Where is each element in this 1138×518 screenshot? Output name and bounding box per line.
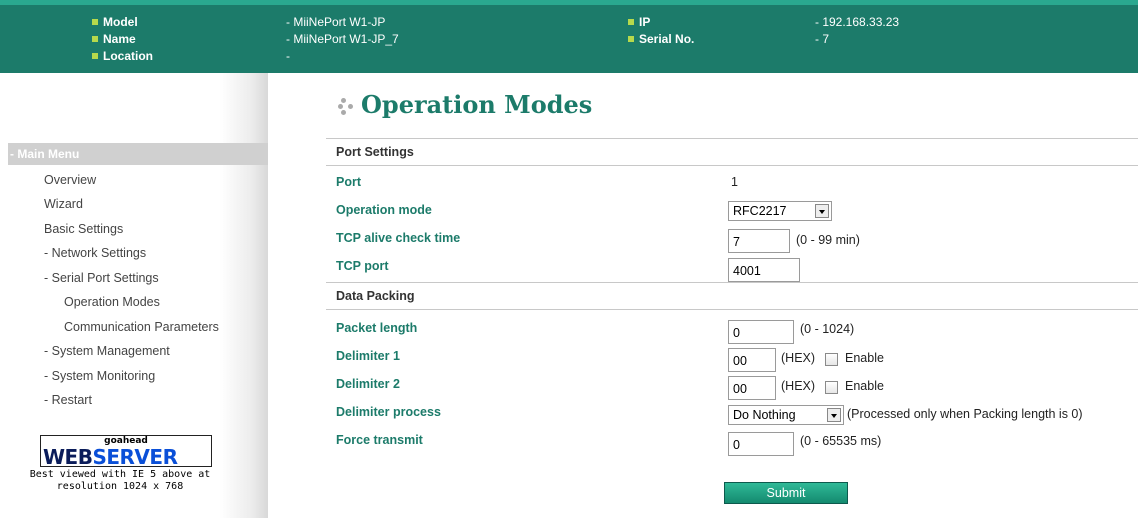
delimiter-1-label: Delimiter 1: [336, 349, 400, 363]
location-label: Location: [92, 49, 153, 64]
ip-value: - 192.168.33.23: [815, 15, 900, 29]
force-transmit-label: Force transmit: [336, 433, 423, 447]
delimiter-2-label: Delimiter 2: [336, 377, 400, 391]
delimiter-2-enable-checkbox[interactable]: [825, 381, 838, 394]
force-transmit-input[interactable]: 0: [728, 432, 794, 456]
serial-label: Serial No.: [628, 32, 694, 47]
chevron-down-icon[interactable]: [815, 204, 829, 218]
delimiter-process-label: Delimiter process: [336, 405, 441, 419]
location-value: -: [286, 49, 290, 63]
name-label: Name: [92, 32, 136, 47]
tcp-alive-label: TCP alive check time: [336, 231, 461, 245]
sidebar-item-operation-modes[interactable]: Operation Modes: [64, 295, 160, 310]
model-value: - MiiNePort W1-JP: [286, 15, 386, 29]
sidebar-item-system-monitoring[interactable]: - System Monitoring: [44, 369, 155, 384]
tcp-port-input[interactable]: 4001: [728, 258, 800, 282]
page-title: Operation Modes: [361, 90, 593, 119]
port-value: 1: [731, 175, 738, 189]
device-info-header: Model - MiiNePort W1-JP Name - MiiNePort…: [0, 0, 1138, 73]
goahead-webserver-logo: goahead WEBSERVER: [40, 435, 212, 469]
logo-web-text: WEBSERVER: [43, 445, 178, 469]
delimiter-1-hex: (HEX): [781, 351, 816, 365]
delimiter-process-hint: (Processed only when Packing length is 0…: [847, 407, 1083, 421]
delimiter-1-enable-checkbox[interactable]: [825, 353, 838, 366]
name-value: - MiiNePort W1-JP_7: [286, 32, 399, 46]
tcp-port-label: TCP port: [336, 259, 389, 273]
chevron-down-icon[interactable]: [827, 408, 841, 422]
bullet-icon: [92, 19, 98, 25]
packet-length-input[interactable]: 0: [728, 320, 794, 344]
sidebar-item-overview[interactable]: Overview: [44, 173, 96, 188]
delimiter-2-input[interactable]: 00: [728, 376, 776, 400]
sidebar-item-basic-settings[interactable]: Basic Settings: [44, 222, 123, 237]
delimiter-2-enable-label: Enable: [845, 379, 884, 393]
delimiter-1-input[interactable]: 00: [728, 348, 776, 372]
force-transmit-hint: (0 - 65535 ms): [800, 434, 882, 448]
model-label: Model: [92, 15, 138, 30]
delimiter-process-select[interactable]: Do Nothing: [728, 405, 844, 425]
delimiter-2-hex: (HEX): [781, 379, 816, 393]
main-menu-title[interactable]: - Main Menu: [8, 143, 268, 165]
section-data-packing: Data Packing: [326, 282, 1138, 310]
serial-value: - 7: [815, 32, 830, 46]
bullet-icon: [92, 36, 98, 42]
packet-length-hint: (0 - 1024): [800, 322, 855, 336]
packet-length-label: Packet length: [336, 321, 418, 335]
section-port-settings: Port Settings: [326, 138, 1138, 166]
bullet-icon: [92, 53, 98, 59]
operation-mode-label: Operation mode: [336, 203, 432, 217]
port-label: Port: [336, 175, 361, 189]
browser-note: Best viewed with IE 5 above at resolutio…: [29, 469, 211, 492]
bullet-icon: [628, 19, 634, 25]
sidebar-item-wizard[interactable]: Wizard: [44, 197, 83, 212]
bullet-icon: [628, 36, 634, 42]
sidebar-item-system-management[interactable]: - System Management: [44, 344, 170, 359]
operation-mode-select[interactable]: RFC2217: [728, 201, 832, 221]
sidebar: - Main Menu Overview Wizard Basic Settin…: [0, 73, 268, 518]
sidebar-item-serial-port-settings[interactable]: - Serial Port Settings: [44, 271, 159, 286]
sidebar-item-communication-parameters[interactable]: Communication Parameters: [64, 320, 219, 335]
title-dots-icon: [338, 97, 360, 115]
tcp-alive-input[interactable]: 7: [728, 229, 790, 253]
tcp-alive-hint: (0 - 99 min): [796, 233, 860, 247]
delimiter-1-enable-label: Enable: [845, 351, 884, 365]
ip-label: IP: [628, 15, 650, 30]
submit-button[interactable]: Submit: [724, 482, 848, 504]
sidebar-item-restart[interactable]: - Restart: [44, 393, 92, 408]
sidebar-item-network-settings[interactable]: - Network Settings: [44, 246, 146, 261]
